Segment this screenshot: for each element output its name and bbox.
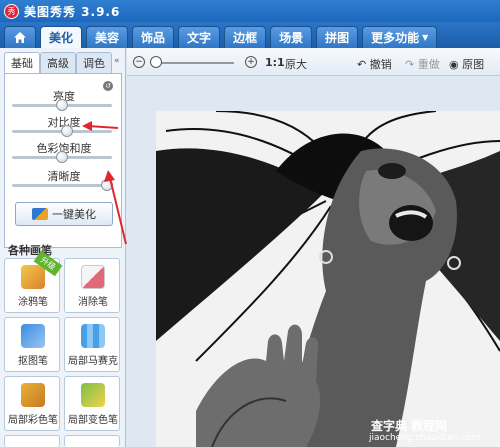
tab-frames[interactable]: 边框 bbox=[224, 26, 267, 48]
subtab-color[interactable]: 调色 bbox=[76, 52, 112, 74]
one-click-beautify-button[interactable]: 一键美化 bbox=[15, 202, 113, 226]
brush-label: 局部马赛克 bbox=[68, 356, 118, 367]
tab-accessories[interactable]: 饰品 bbox=[132, 26, 175, 48]
zoom-in-button[interactable]: + bbox=[245, 56, 257, 68]
home-icon bbox=[14, 32, 26, 43]
main-tab-bar: 美化 美容 饰品 文字 边框 场景 拼图 更多功能 ▼ bbox=[0, 22, 500, 48]
original-size-button[interactable]: 原大 bbox=[285, 56, 307, 72]
adjust-subtabs: 基础 高级 调色 bbox=[4, 52, 112, 74]
zoom-out-button[interactable]: − bbox=[133, 56, 145, 68]
title-bar: 秀 美图秀秀 3.9.6 bbox=[0, 0, 500, 22]
brush-label: 涂鸦笔 bbox=[18, 297, 48, 308]
undo-icon: ↶ bbox=[357, 58, 367, 71]
brightness-slider-knob[interactable] bbox=[56, 99, 68, 111]
app-title: 美图秀秀 3.9.6 bbox=[24, 4, 121, 19]
brush-local-color[interactable]: 局部彩色笔 bbox=[4, 376, 60, 431]
saturation-slider[interactable] bbox=[12, 151, 112, 163]
brush-mosaic[interactable]: 局部马赛克 bbox=[64, 317, 120, 372]
image-canvas: 查字典 教程网 jiaocheng.chazidian.com bbox=[127, 77, 500, 447]
annotation-arrow-sharpness bbox=[104, 170, 127, 245]
zoom-slider[interactable] bbox=[152, 62, 234, 64]
watermark-line1: 查字典 教程网 bbox=[371, 419, 448, 433]
doodle-brush-icon bbox=[21, 265, 45, 289]
watermark-line2: jiaocheng.chazidian.com bbox=[369, 433, 481, 443]
redo-label: 重做 bbox=[417, 58, 440, 71]
original-image-button[interactable]: ◉ 原图 bbox=[449, 56, 484, 72]
tab-home[interactable] bbox=[4, 26, 36, 48]
ratio-label[interactable]: 1:1 bbox=[265, 56, 285, 69]
zoom-slider-knob[interactable] bbox=[150, 56, 163, 68]
brush-cutout[interactable]: 抠图笔 bbox=[4, 317, 60, 372]
subtab-advanced[interactable]: 高级 bbox=[40, 52, 76, 74]
edited-photo[interactable] bbox=[156, 111, 500, 447]
contrast-slider-knob[interactable] bbox=[61, 125, 73, 137]
brush-label: 抠图笔 bbox=[18, 356, 48, 367]
app-logo-icon: 秀 bbox=[4, 3, 19, 19]
undo-button[interactable]: ↶ 撤销 bbox=[357, 56, 392, 72]
eye-icon: ◉ bbox=[449, 58, 459, 71]
redo-button[interactable]: ↷ 重做 bbox=[405, 56, 440, 72]
brush-partial[interactable] bbox=[64, 435, 120, 447]
tab-collage[interactable]: 拼图 bbox=[316, 26, 359, 48]
color-brush-icon bbox=[21, 383, 45, 407]
tab-more-features[interactable]: 更多功能 ▼ bbox=[362, 26, 438, 48]
brush-local-recolor[interactable]: 局部变色笔 bbox=[64, 376, 120, 431]
redo-icon: ↷ bbox=[405, 58, 415, 71]
brush-label: 局部变色笔 bbox=[68, 415, 118, 426]
brightness-slider[interactable] bbox=[12, 99, 112, 111]
tab-text[interactable]: 文字 bbox=[178, 26, 221, 48]
brush-eraser[interactable]: 消除笔 bbox=[64, 258, 120, 313]
brush-label: 消除笔 bbox=[78, 297, 108, 308]
brush-partial[interactable] bbox=[4, 435, 60, 447]
chevron-down-icon: ▼ bbox=[422, 33, 429, 42]
tab-face[interactable]: 美容 bbox=[86, 26, 129, 48]
saturation-slider-knob[interactable] bbox=[56, 151, 68, 163]
brush-doodle[interactable]: 升级 涂鸦笔 bbox=[4, 250, 63, 313]
undo-label: 撤销 bbox=[369, 58, 392, 71]
one-click-beautify-label: 一键美化 bbox=[52, 208, 96, 221]
eraser-icon bbox=[81, 265, 105, 289]
brush-label: 局部彩色笔 bbox=[8, 415, 58, 426]
sharpness-slider[interactable] bbox=[12, 179, 113, 191]
canvas-toolbar: − + 1:1 原大 ↶ 撤销 ↷ 重做 ◉ 原图 bbox=[127, 48, 500, 76]
recolor-brush-icon bbox=[81, 383, 105, 407]
tab-scenes[interactable]: 场景 bbox=[270, 26, 313, 48]
more-features-label: 更多功能 bbox=[371, 31, 420, 45]
subtab-basic[interactable]: 基础 bbox=[4, 52, 40, 74]
photo-image bbox=[156, 111, 500, 447]
magic-wand-icon bbox=[32, 208, 48, 220]
mosaic-icon bbox=[81, 324, 105, 348]
cutout-brush-icon bbox=[21, 324, 45, 348]
annotation-arrow-contrast bbox=[82, 121, 119, 131]
original-image-label: 原图 bbox=[462, 58, 485, 71]
tab-beautify[interactable]: 美化 bbox=[40, 26, 83, 48]
panel-collapse-icon[interactable]: « bbox=[114, 56, 124, 66]
